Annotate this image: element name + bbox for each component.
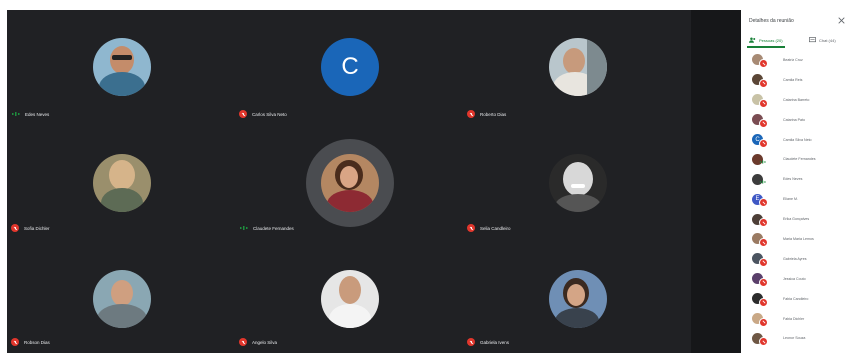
participant-name: Fabia Candleiro (783, 296, 809, 301)
speaking-icon (239, 224, 248, 232)
list-item[interactable]: Fabia Dichler (741, 309, 850, 329)
participant-name: Fabia Dichler (783, 316, 805, 321)
participant-name: Camila Silva Neto (783, 137, 812, 142)
active-tab-indicator (747, 46, 785, 48)
mic-off-icon (759, 98, 768, 108)
mic-off-icon (11, 224, 19, 232)
mic-off-icon (467, 110, 475, 118)
participant-name: Carlos Silva Neto (252, 111, 287, 117)
mic-off-icon (759, 238, 768, 248)
people-icon (749, 37, 756, 43)
mic-off-icon (11, 338, 19, 346)
speaking-icon (759, 180, 766, 184)
mic-off-icon (759, 297, 768, 307)
mic-off-icon (759, 218, 768, 228)
participant-name: Sofia Dichler (24, 225, 50, 231)
people-list: Beatriz Cruz Camila Reis Catarina Barret… (741, 50, 850, 348)
participant-tile[interactable]: Edes Neves (7, 10, 235, 124)
mic-off-icon (759, 317, 768, 327)
participant-tile[interactable]: Selia Candleiro (463, 124, 691, 238)
participant-name: Claudete Fernandes (783, 157, 816, 162)
participant-avatar (549, 38, 607, 96)
participant-avatar (549, 154, 607, 212)
participant-name: Jessica Couto (783, 276, 806, 281)
participant-tile[interactable]: Gabriela Ivens (463, 238, 691, 352)
panel-tabs: Pessoas (20) Chat (44) (741, 34, 850, 48)
mic-off-icon (759, 198, 768, 208)
participant-name: Erika Gonçalves (783, 217, 810, 222)
participant-avatar (93, 154, 151, 212)
mic-off-icon (759, 257, 768, 267)
participant-tile[interactable]: Sofia Dichler (7, 124, 235, 238)
participant-name: Leonor Souza (783, 336, 806, 341)
list-item[interactable]: Beatriz Cruz (741, 50, 850, 70)
list-item[interactable]: Catarina Pato (741, 110, 850, 130)
list-item[interactable]: Jessica Couto (741, 269, 850, 289)
participant-avatar (93, 270, 151, 328)
participant-avatar (549, 270, 607, 328)
list-item[interactable]: Fabia Candleiro (741, 289, 850, 309)
participant-avatar-initial: C (321, 38, 379, 96)
participant-name: Roberto Dias (480, 111, 507, 117)
list-item[interactable]: Erika Gonçalves (741, 209, 850, 229)
list-item[interactable]: Leonor Souza (741, 328, 850, 348)
mic-off-icon (759, 78, 768, 88)
stage-margin (691, 10, 741, 353)
participant-name: Catarina Pato (783, 117, 805, 122)
mic-off-icon (239, 110, 247, 118)
participant-name: Beatriz Cruz (783, 57, 803, 62)
participant-name: Angelo Silva (252, 339, 278, 345)
close-icon[interactable] (836, 15, 846, 25)
tab-chat[interactable]: Chat (44) (809, 34, 836, 46)
panel-title: Detalhes da reunião (749, 18, 794, 24)
participant-name: Catarina Barreto (783, 97, 810, 102)
mic-off-icon (467, 224, 475, 232)
participant-avatar (93, 38, 151, 96)
participant-name: Edes Neves (25, 111, 50, 117)
participant-name: Edes Neves (783, 177, 803, 182)
video-stage: Edes Neves C Carlos Silva Neto Roberto D… (7, 10, 691, 353)
participant-name: Gabriela Ivens (480, 339, 510, 345)
mic-off-icon (759, 118, 768, 128)
mic-off-icon (759, 138, 768, 148)
mic-off-icon (239, 338, 247, 346)
chat-icon (809, 37, 816, 43)
meeting-details-panel: Detalhes da reunião Pessoas (20) Chat (4… (741, 10, 850, 353)
list-item[interactable]: Claudete Fernandes (741, 149, 850, 169)
list-item[interactable]: Catarina Barreto (741, 90, 850, 110)
speaking-icon (759, 160, 766, 164)
list-item[interactable]: E Eliane M. (741, 189, 850, 209)
participant-name: Claudete Fernandes (253, 225, 294, 231)
participant-name: Camila Reis (783, 77, 803, 82)
tab-people[interactable]: Pessoas (20) (749, 34, 783, 46)
list-item[interactable]: Maria Maria Lemos (741, 229, 850, 249)
tab-chat-label: Chat (44) (819, 37, 836, 43)
participant-name: Gabriela Ayres (783, 256, 807, 261)
mic-off-icon (759, 59, 768, 68)
participant-avatar (321, 270, 379, 328)
participant-name: Selia Candleiro (480, 225, 511, 231)
participant-avatar (321, 154, 379, 212)
participant-name: Robson Dias (24, 339, 50, 345)
list-item[interactable]: Gabriela Ayres (741, 249, 850, 269)
list-item[interactable]: Camila Reis (741, 70, 850, 90)
participant-tile[interactable]: Robson Dias (7, 238, 235, 352)
mic-off-icon (759, 337, 768, 347)
participant-name: Maria Maria Lemos (783, 236, 814, 241)
participant-tile[interactable]: Roberto Dias (463, 10, 691, 124)
participant-name: Eliane M. (783, 197, 798, 202)
list-item[interactable]: C Camila Silva Neto (741, 130, 850, 150)
participant-tile-active-speaker[interactable]: Claudete Fernandes (235, 124, 463, 238)
mic-off-icon (467, 338, 475, 346)
participant-tile[interactable]: C Carlos Silva Neto (235, 10, 463, 124)
list-item[interactable]: Edes Neves (741, 169, 850, 189)
speaking-icon (11, 110, 20, 118)
mic-off-icon (759, 277, 768, 287)
tab-people-label: Pessoas (20) (759, 37, 783, 43)
participant-tile[interactable]: Angelo Silva (235, 238, 463, 352)
